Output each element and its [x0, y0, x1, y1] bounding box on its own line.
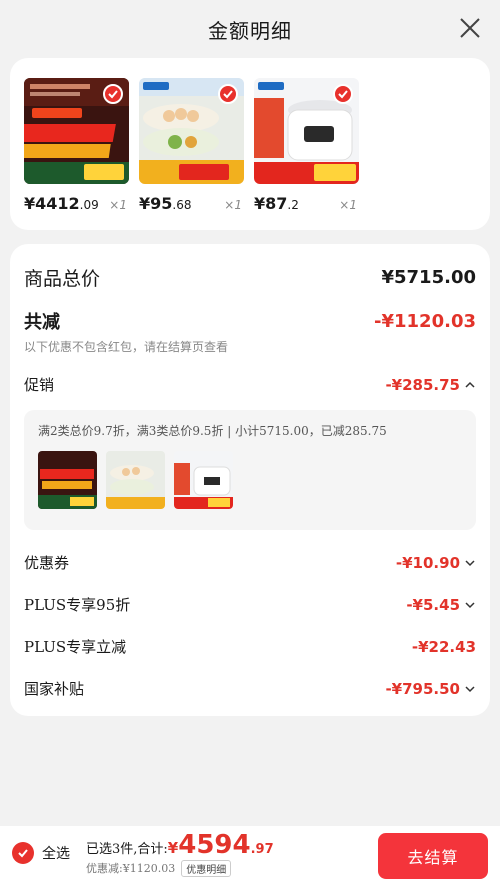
product-price: ¥4412.09 — [24, 194, 99, 213]
discount-summary: 优惠减:¥1120.03 — [86, 862, 176, 875]
promo-detail-box: 满2类总价9.7折，满3类总价9.5折 | 小计5715.00，已减285.75 — [24, 410, 476, 530]
promo-value[interactable]: -¥285.75 — [385, 376, 476, 394]
product-qty: ×1 — [339, 198, 357, 212]
product-item[interactable]: ¥4412.09 ×1 — [24, 78, 129, 230]
checkout-bar: 全选 已选3件,合计: ¥ 4594 .97 优惠减:¥1120.03 优惠明细… — [0, 826, 500, 880]
promo-detail-text: 满2类总价9.7折，满3类总价9.5折 | 小计5715.00，已减285.75 — [38, 424, 387, 438]
discount-note-row: 以下优惠不包含红包，请在结算页查看 — [24, 338, 476, 355]
header: 金额明细 — [0, 0, 500, 58]
product-image-oven[interactable] — [24, 78, 129, 184]
coupon-value[interactable]: -¥10.90 — [396, 554, 476, 572]
product-price: ¥87.2 — [254, 194, 299, 213]
promo-thumb-oven — [38, 451, 97, 509]
plus-instant-label: PLUS专享立减 — [24, 638, 127, 656]
discount-detail-tag[interactable]: 优惠明细 — [181, 859, 232, 877]
total-discount-row: 共减 -¥1120.03 — [24, 308, 476, 334]
coupon-label: 优惠券 — [24, 554, 70, 572]
product-qty: ×1 — [224, 198, 242, 212]
product-qty: ×1 — [109, 198, 127, 212]
total-price-label: 商品总价 — [24, 268, 101, 290]
national-subsidy-label: 国家补贴 — [24, 680, 85, 698]
coupon-row[interactable]: 优惠券 -¥10.90 — [24, 552, 476, 573]
total-price-row: 商品总价 ¥5715.00 — [24, 264, 476, 291]
promo-thumb-rice-cooker — [174, 451, 233, 509]
national-subsidy-value[interactable]: -¥795.50 — [385, 680, 476, 698]
plus-95-label: PLUS专享95折 — [24, 596, 131, 614]
select-all-check-icon[interactable] — [12, 842, 34, 864]
chevron-down-icon[interactable] — [464, 683, 476, 695]
product-list: ¥4412.09 ×1 ¥95.68 ×1 ¥87.2 ×1 — [10, 58, 490, 230]
selected-check-icon[interactable] — [333, 84, 353, 104]
select-all-label[interactable]: 全选 — [42, 843, 70, 863]
national-subsidy-row[interactable]: 国家补贴 -¥795.50 — [24, 678, 476, 699]
plus-95-row[interactable]: PLUS专享95折 -¥5.45 — [24, 594, 476, 615]
order-summary: 已选3件,合计: ¥ 4594 .97 优惠减:¥1120.03 优惠明细 — [86, 830, 274, 877]
checkout-button[interactable]: 去结算 — [378, 833, 488, 879]
total-amount: 4594 — [178, 829, 251, 860]
product-item[interactable]: ¥95.68 ×1 — [139, 78, 244, 230]
selected-check-icon[interactable] — [103, 84, 123, 104]
product-image-steamer[interactable] — [139, 78, 244, 184]
promo-thumbnails — [38, 451, 462, 509]
discount-note: 以下优惠不包含红包，请在结算页查看 — [24, 340, 229, 354]
total-currency: ¥ — [167, 838, 179, 857]
promo-label: 促销 — [24, 376, 55, 394]
chevron-up-icon[interactable] — [464, 379, 476, 391]
amount-detail-card: 商品总价 ¥5715.00 共减 -¥1120.03 以下优惠不包含红包，请在结… — [10, 244, 490, 716]
product-item[interactable]: ¥87.2 ×1 — [254, 78, 359, 230]
chevron-down-icon[interactable] — [464, 557, 476, 569]
promo-thumb-steamer — [106, 451, 165, 509]
total-discount-label: 共减 — [24, 312, 60, 333]
total-discount-value: -¥1120.03 — [374, 310, 476, 332]
chevron-down-icon[interactable] — [464, 599, 476, 611]
promo-row[interactable]: 促销 -¥285.75 — [24, 374, 476, 395]
plus-95-value[interactable]: -¥5.45 — [406, 596, 476, 614]
plus-instant-row: PLUS专享立减 -¥22.43 — [24, 636, 476, 657]
product-image-rice-cooker[interactable] — [254, 78, 359, 184]
total-amount-decimal: .97 — [250, 841, 274, 857]
page-title: 金额明细 — [208, 18, 292, 43]
selected-count: 已选3件,合计: — [86, 841, 168, 857]
selected-check-icon[interactable] — [218, 84, 238, 104]
plus-instant-value: -¥22.43 — [411, 637, 476, 656]
total-price-value: ¥5715.00 — [381, 267, 476, 288]
close-icon[interactable] — [456, 14, 484, 42]
product-price: ¥95.68 — [139, 194, 192, 213]
